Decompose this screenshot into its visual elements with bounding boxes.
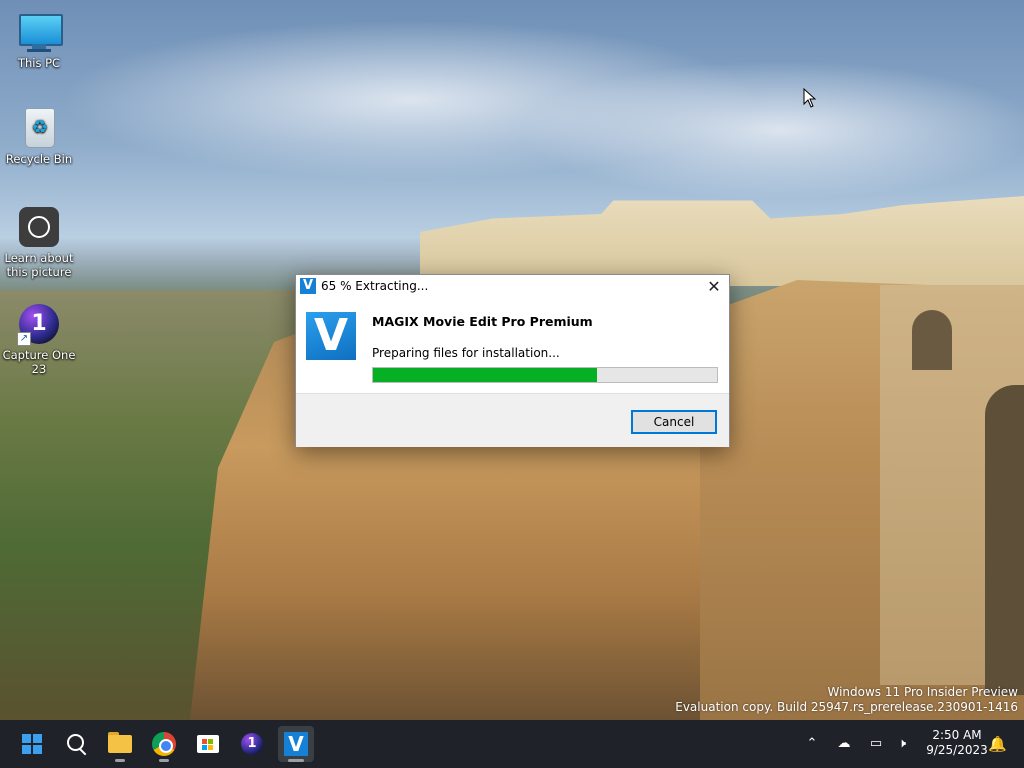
network-info-icon[interactable]: ☁ [834, 734, 854, 754]
microsoft-store-icon [197, 735, 219, 753]
clock-date: 9/25/2023 [926, 743, 988, 757]
chrome-icon [152, 732, 176, 756]
cancel-button[interactable]: Cancel [631, 410, 717, 434]
file-explorer-button[interactable] [102, 726, 138, 762]
wallpaper-cloud [520, 60, 1024, 200]
magix-v-icon: V [284, 732, 308, 756]
extracting-dialog: V 65 % Extracting... ✕ V MAGIX Movie Edi… [295, 274, 730, 447]
desktop-icon-learn-about-picture[interactable]: Learn about this picture [1, 205, 77, 279]
magix-v-logo-icon: V [306, 312, 356, 360]
volume-muted-icon[interactable]: 🕨 [892, 734, 912, 754]
progress-bar [372, 367, 718, 383]
desktop-icon-recycle-bin[interactable]: ♻ Recycle Bin [1, 106, 77, 166]
mouse-cursor-icon [803, 88, 817, 108]
watermark-line: Evaluation copy. Build 25947.rs_prerelea… [675, 700, 1018, 714]
close-button[interactable]: ✕ [699, 275, 729, 298]
learn-picture-icon [17, 205, 61, 249]
wallpaper-arch [912, 310, 952, 370]
dialog-title: 65 % Extracting... [321, 279, 429, 293]
store-button[interactable] [190, 726, 226, 762]
system-clock[interactable]: 2:50 AM 9/25/2023 [918, 728, 996, 758]
desktop-icon-this-pc[interactable]: This PC [1, 10, 77, 70]
desktop-icon-label: This PC [17, 56, 61, 70]
taskbar: 1 V ⌃ ☁ ▭ 🕨 2:50 AM 9/25/2023 🔔 [0, 720, 1024, 768]
desktop-icon-capture-one[interactable]: 1 ↗ Capture One 23 [1, 302, 77, 376]
desktop-icon-label: Recycle Bin [5, 152, 73, 166]
desktop-icon-label: Learn about this picture [4, 251, 74, 279]
product-name: MAGIX Movie Edit Pro Premium [372, 314, 593, 329]
wallpaper-arch [985, 385, 1024, 695]
clock-time: 2:50 AM [932, 728, 982, 742]
desktop-icon-label: Capture One 23 [2, 348, 76, 376]
windows-logo-icon [22, 734, 42, 754]
dialog-footer: Cancel [296, 393, 729, 447]
capture-one-button[interactable]: 1 [234, 726, 270, 762]
windows-watermark: Windows 11 Pro Insider Preview Evaluatio… [675, 685, 1018, 715]
monitor-icon [17, 10, 63, 54]
search-button[interactable] [58, 726, 94, 762]
magix-v-icon: V [300, 278, 316, 294]
recycle-bin-icon: ♻ [17, 106, 61, 150]
dialog-body: V MAGIX Movie Edit Pro Premium Preparing… [296, 298, 729, 393]
dialog-titlebar[interactable]: V 65 % Extracting... ✕ [296, 275, 729, 298]
display-icon[interactable]: ▭ [866, 734, 886, 754]
start-button[interactable] [14, 726, 50, 762]
notification-bell-icon[interactable]: 🔔 [988, 734, 1007, 754]
shortcut-arrow-icon: ↗ [17, 332, 31, 346]
progress-bar-fill [373, 368, 597, 382]
wallpaper-town [420, 196, 1024, 286]
watermark-line: Windows 11 Pro Insider Preview [827, 685, 1018, 699]
capture-one-icon: 1 ↗ [17, 302, 61, 346]
chrome-button[interactable] [146, 726, 182, 762]
status-text: Preparing files for installation... [372, 346, 560, 360]
show-hidden-icons-chevron-icon[interactable]: ⌃ [804, 734, 820, 754]
capture-one-icon: 1 [241, 733, 263, 755]
magix-button[interactable]: V [278, 726, 314, 762]
